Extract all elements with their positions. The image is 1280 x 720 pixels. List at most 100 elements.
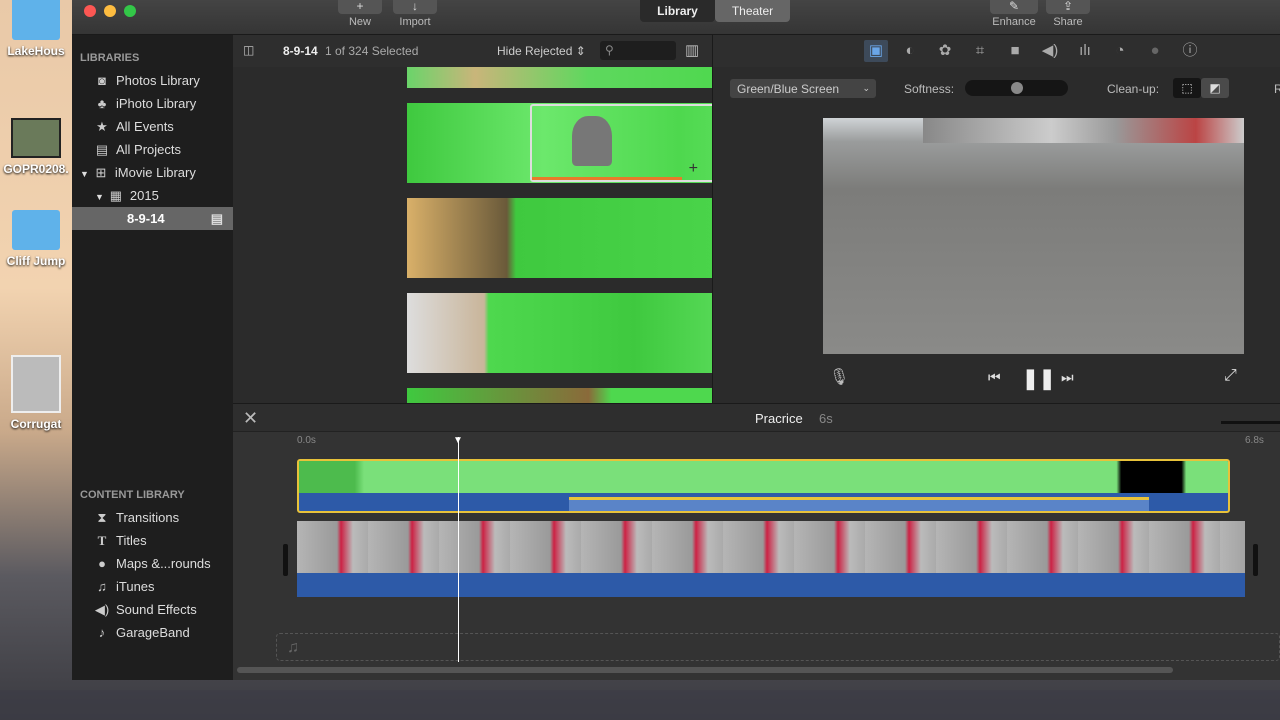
music-well[interactable]: ♫	[276, 633, 1280, 661]
sidebar-item-all-events[interactable]: ★ All Events	[72, 115, 233, 138]
zoom-window-button[interactable]	[124, 5, 136, 17]
sidebar-item-iphoto-library[interactable]: ♣ iPhoto Library	[72, 92, 233, 115]
imovie-window: + New ↓ Import Library Theater ✎ Enhance ⇪ S…	[72, 0, 1280, 680]
playhead[interactable]: ▼	[453, 435, 463, 662]
sidebar-item-titles[interactable]: T Titles	[72, 529, 233, 552]
crop-icon[interactable]: ⌗	[968, 40, 992, 62]
sidebar-item-transitions[interactable]: ⧗ Transitions	[72, 506, 233, 529]
sidebar-item-label: GarageBand	[116, 625, 190, 640]
desktop-icon-label: LakeHous	[7, 44, 65, 58]
desktop-icon-corrugat[interactable]: Corrugat	[0, 355, 72, 431]
trim-handle[interactable]	[283, 544, 288, 576]
chevron-down-icon: ⌄	[862, 83, 870, 93]
clip-filmstrip[interactable]	[407, 67, 712, 88]
color-correction-palette-icon[interactable]: ✿	[933, 40, 957, 62]
search-input[interactable]: ⚲	[600, 41, 676, 60]
clip-thumbnails	[297, 521, 1245, 573]
desktop-icon-gopr[interactable]: GOPR0208.	[0, 118, 72, 176]
video-overlay-settings-icon[interactable]: ▣	[864, 40, 888, 62]
reset-button[interactable]: R	[1274, 82, 1280, 96]
video-preview	[823, 118, 1244, 354]
desktop-icon-lakehouse[interactable]: LakeHous	[0, 0, 72, 58]
viewer: Green/Blue Screen ⌄ Softness: Clean-up: ⬚…	[712, 67, 1280, 403]
sidebar-item-label: 8-9-14	[127, 211, 165, 226]
image-thumbnail-icon	[11, 355, 61, 413]
desktop-icon-label: Corrugat	[10, 417, 62, 431]
stabilization-camera-icon[interactable]: ■	[1003, 40, 1027, 62]
pause-icon[interactable]: ❚❚	[1022, 366, 1056, 391]
skip-back-icon[interactable]: ⏮	[988, 369, 1001, 386]
horizontal-scrollbar[interactable]	[237, 667, 1173, 673]
clip-filmstrip[interactable]	[407, 293, 712, 373]
info-icon[interactable]: ⓘ	[1178, 40, 1202, 62]
photos-icon: ◙	[98, 73, 106, 88]
sidebar-item-garageband[interactable]: ♪ GarageBand	[72, 621, 233, 644]
microphone-icon[interactable]: 🎙	[829, 367, 849, 387]
sidebar-item-imovie-library[interactable]: ▼ ⊞ iMovie Library	[72, 161, 233, 184]
share-icon: ⇪	[1046, 0, 1090, 14]
star-icon: ★	[96, 119, 108, 134]
updown-chevron-icon: ⇕	[575, 44, 586, 58]
sidebar-item-8-9-14[interactable]: 8-9-14 ▤	[72, 207, 233, 230]
import-arrow-icon: ↓	[393, 0, 437, 14]
new-button[interactable]: + New	[338, 0, 382, 28]
clip-selection-range[interactable]: +	[530, 104, 712, 182]
background-clip[interactable]	[297, 521, 1245, 597]
grid-icon: ⊞	[95, 165, 107, 180]
cleanup-eraser-button[interactable]: ◩	[1201, 78, 1229, 98]
sidebar-item-label: All Projects	[116, 142, 182, 157]
clapper-icon: ▤	[210, 211, 223, 226]
speed-gauge-icon[interactable]: ◔	[1108, 40, 1132, 62]
disclosure-triangle-icon[interactable]: ▼	[80, 169, 89, 179]
share-label: Share	[1053, 16, 1083, 28]
add-clip-icon[interactable]: +	[689, 160, 698, 178]
disclosure-triangle-icon[interactable]: ▼	[95, 192, 104, 202]
sidebar-item-photos-library[interactable]: ◙ Photos Library	[72, 69, 233, 92]
sidebar-item-label: Transitions	[116, 510, 180, 525]
clip-filmstrip[interactable]	[407, 198, 712, 278]
music-note-icon: ♫	[287, 639, 299, 656]
toggle-sidebar-icon[interactable]: ◫	[243, 43, 254, 57]
share-button[interactable]: ⇪ Share	[1046, 0, 1090, 28]
zoom-slider[interactable]	[1221, 421, 1280, 424]
desktop-icon-cliff-jump[interactable]: Cliff Jump	[0, 210, 72, 268]
hide-rejected-select[interactable]: Hide Rejected ⇕	[497, 44, 586, 58]
trim-handle[interactable]	[1253, 544, 1258, 576]
tab-theater[interactable]: Theater	[715, 0, 790, 22]
fullscreen-icon[interactable]: ⤢	[1224, 367, 1237, 385]
cleanup-corners-button[interactable]: ⬚	[1173, 78, 1201, 98]
slider-knob[interactable]	[1010, 82, 1023, 94]
event-browser: +	[233, 67, 712, 403]
globe-icon: ●	[98, 556, 106, 571]
softness-slider[interactable]	[965, 80, 1068, 96]
minimize-window-button[interactable]	[104, 5, 116, 17]
enhance-button[interactable]: ✎ Enhance	[990, 0, 1038, 28]
sidebar-item-2015[interactable]: ▼ ▦ 2015	[72, 184, 233, 207]
sidebar-item-label: Photos Library	[116, 73, 200, 88]
video-thumbnail-icon	[11, 118, 61, 158]
speaker-icon: ◀)	[94, 602, 110, 617]
import-button[interactable]: ↓ Import	[393, 0, 437, 28]
adjustments-bar: ▣ ◐ ✿ ⌗ ■ ◀) ılı ◔ ● ⓘ	[712, 35, 1280, 67]
volume-icon[interactable]: ◀)	[1038, 40, 1062, 62]
sidebar-item-sound-effects[interactable]: ◀) Sound Effects	[72, 598, 233, 621]
color-balance-icon[interactable]: ◐	[898, 40, 922, 62]
overlay-type-select[interactable]: Green/Blue Screen ⌄	[730, 79, 876, 98]
search-icon: ⚲	[605, 43, 614, 57]
sidebar-item-itunes[interactable]: ♫ iTunes	[72, 575, 233, 598]
sidebar-item-label: iMovie Library	[114, 165, 196, 180]
playhead-triangle-icon[interactable]: ▼	[453, 435, 463, 446]
crop-corners-icon: ⬚	[1181, 81, 1193, 95]
skip-forward-icon[interactable]: ⏭	[1061, 369, 1074, 386]
equalizer-icon[interactable]: ılı	[1073, 40, 1097, 62]
close-window-button[interactable]	[84, 5, 96, 17]
tab-library[interactable]: Library	[640, 0, 715, 22]
close-icon[interactable]: ✕	[243, 408, 258, 429]
sidebar-item-maps-backgrounds[interactable]: ● Maps &...rounds	[72, 552, 233, 575]
filmstrip-view-icon[interactable]: ▥	[685, 41, 699, 59]
clip-filmstrip[interactable]	[407, 388, 712, 403]
clip-filter-icon[interactable]: ●	[1143, 40, 1167, 62]
audio-waveform	[569, 497, 1149, 511]
sidebar-item-all-projects[interactable]: ▤ All Projects	[72, 138, 233, 161]
overlay-clip[interactable]	[297, 459, 1230, 513]
